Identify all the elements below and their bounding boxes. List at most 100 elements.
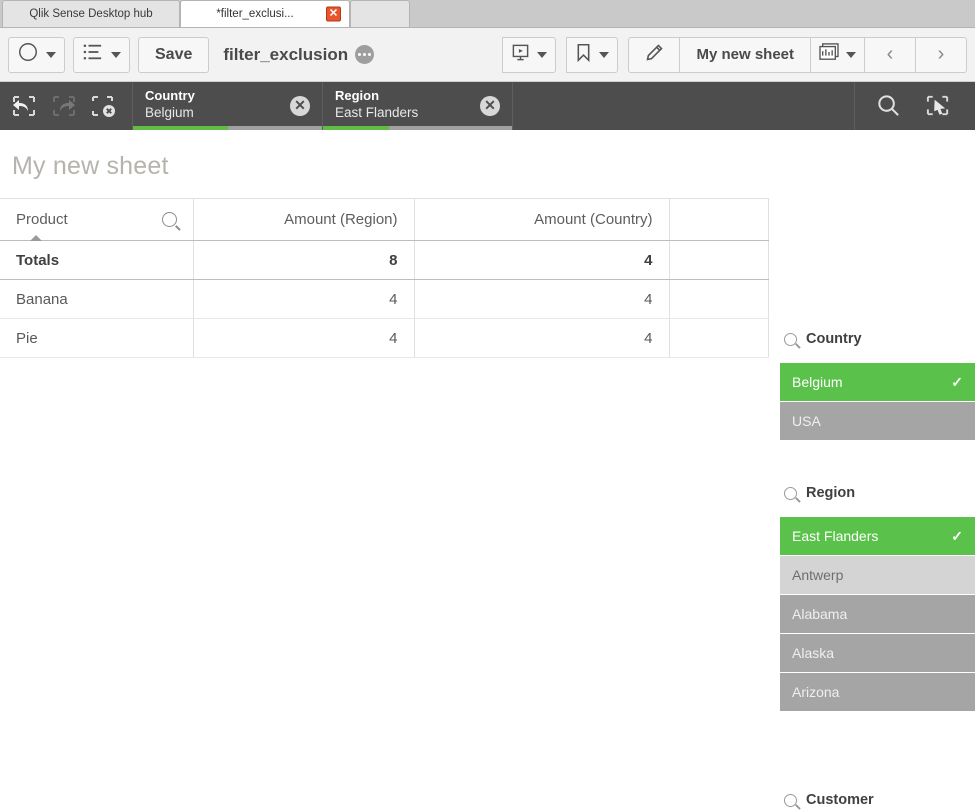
- selection-bar: Country Belgium ✕ Region East Flanders ✕: [0, 82, 975, 130]
- selection-bar-tools: [854, 82, 975, 130]
- bookmark-icon: [575, 43, 592, 67]
- list-item[interactable]: Alabama: [780, 595, 975, 633]
- search-icon[interactable]: [784, 793, 797, 807]
- cell-filler: [669, 318, 769, 358]
- search-icon[interactable]: [784, 332, 797, 346]
- filter-region-list: East Flanders ✓ Antwerp Alabama Alaska A…: [775, 517, 975, 711]
- filter-country-header: Country: [775, 325, 975, 353]
- play-presentation-icon: [511, 43, 530, 67]
- list-icon: [82, 43, 104, 66]
- selection-chip-value: Belgium: [145, 105, 194, 120]
- list-item[interactable]: USA: [780, 402, 975, 440]
- straight-table: Product Amount (Region) Amount (Country)…: [0, 198, 769, 358]
- list-item-label: Alabama: [792, 606, 848, 622]
- filter-country-list: Belgium ✓ USA: [775, 363, 975, 440]
- chevron-down-icon: [599, 51, 610, 58]
- cell-product[interactable]: Banana: [0, 279, 194, 319]
- bookmark-button[interactable]: [566, 36, 619, 73]
- selection-chip-country[interactable]: Country Belgium ✕: [133, 82, 323, 130]
- search-icon[interactable]: [875, 92, 903, 120]
- storytelling-button[interactable]: [502, 36, 557, 73]
- list-item[interactable]: East Flanders ✓: [780, 517, 975, 555]
- search-icon[interactable]: [161, 212, 177, 227]
- app-title-label: filter_exclusion: [223, 44, 349, 64]
- filter-region-title: Region: [806, 485, 856, 501]
- selection-history-controls: [0, 82, 133, 130]
- close-icon[interactable]: ✕: [326, 6, 341, 22]
- selection-chip-region[interactable]: Region East Flanders ✕: [323, 82, 513, 130]
- window-tab-empty: [350, 0, 410, 27]
- sheet-canvas: My new sheet Product Amount (Region) Amo…: [0, 130, 975, 812]
- list-item-label: East Flanders: [792, 528, 879, 544]
- totals-label: Totals: [0, 240, 194, 280]
- sheet-nav-group: My new sheet ‹ ›: [628, 36, 967, 73]
- table-row[interactable]: Banana 4 4: [0, 279, 769, 319]
- filter-region: Region East Flanders ✓ Antwerp Alabama A…: [775, 479, 975, 712]
- previous-sheet-button[interactable]: ‹: [864, 36, 916, 73]
- table-header-row: Product Amount (Region) Amount (Country): [0, 198, 769, 241]
- list-item[interactable]: Antwerp: [780, 556, 975, 594]
- chevron-down-icon: [846, 51, 856, 58]
- window-tab-strip: Qlik Sense Desktop hub *filter_exclusi..…: [0, 0, 975, 28]
- filter-pane: Country Belgium ✓ USA Region East Flande: [775, 130, 975, 812]
- app-title: filter_exclusion: [223, 44, 375, 65]
- selection-tool-icon[interactable]: [925, 92, 953, 120]
- list-item-label: USA: [792, 413, 821, 429]
- chevron-down-icon: [537, 51, 548, 58]
- list-item[interactable]: Arizona: [780, 673, 975, 711]
- window-tab-app-label: *filter_exclusi...: [216, 8, 294, 20]
- cell-amount-country: 4: [414, 318, 670, 358]
- table-header-product-label: Product: [16, 211, 68, 228]
- next-sheet-button[interactable]: ›: [915, 36, 967, 73]
- table-totals-row: Totals 8 4: [0, 240, 769, 280]
- main-toolbar: Save filter_exclusion My new sheet ‹ ›: [0, 28, 975, 82]
- check-icon: ✓: [951, 527, 963, 544]
- sheet-list-button[interactable]: [810, 36, 865, 73]
- chart-grid-icon: [819, 43, 839, 66]
- cell-amount-country: 4: [414, 279, 670, 319]
- totals-amount-country: 4: [414, 240, 670, 280]
- search-icon[interactable]: [784, 486, 797, 500]
- cell-filler: [669, 279, 769, 319]
- check-icon: ✓: [951, 373, 963, 390]
- edit-sheet-button[interactable]: [628, 36, 681, 73]
- sort-ascending-icon: [30, 235, 42, 241]
- bookmark-group: [566, 36, 619, 73]
- clear-selection-icon[interactable]: ✕: [290, 96, 310, 116]
- selection-step-forward-icon[interactable]: [50, 92, 78, 120]
- window-tab-hub[interactable]: Qlik Sense Desktop hub: [2, 0, 180, 27]
- pencil-icon: [644, 42, 665, 68]
- filter-customer-title: Customer: [806, 792, 874, 808]
- table-row[interactable]: Pie 4 4: [0, 318, 769, 358]
- sheets-menu-button[interactable]: [73, 36, 130, 73]
- cell-product[interactable]: Pie: [0, 318, 194, 358]
- sheet-name-button[interactable]: My new sheet: [679, 36, 811, 73]
- clear-selection-icon[interactable]: ✕: [480, 96, 500, 116]
- list-item-label: Arizona: [792, 684, 840, 700]
- filter-country: Country Belgium ✓ USA: [775, 325, 975, 441]
- compass-icon: [17, 41, 39, 68]
- filter-customer-header: Customer: [775, 786, 975, 812]
- save-button[interactable]: Save: [138, 36, 210, 73]
- totals-amount-region: 8: [193, 240, 415, 280]
- chevron-down-icon: [111, 51, 121, 58]
- list-item[interactable]: Alaska: [780, 634, 975, 672]
- list-item-label: Alaska: [792, 645, 835, 661]
- table-header-product[interactable]: Product: [0, 198, 194, 241]
- table-header-amount-country[interactable]: Amount (Country): [414, 198, 670, 241]
- list-item[interactable]: Belgium ✓: [780, 363, 975, 401]
- table-header-amount-region[interactable]: Amount (Region): [193, 198, 415, 241]
- table-header-filler: [669, 198, 769, 241]
- ellipsis-icon[interactable]: [355, 45, 375, 64]
- storytelling-group: [502, 36, 557, 73]
- chevron-down-icon: [46, 51, 56, 58]
- window-tab-app[interactable]: *filter_exclusi... ✕: [180, 0, 350, 27]
- window-tab-hub-label: Qlik Sense Desktop hub: [29, 8, 153, 20]
- clear-all-selections-icon[interactable]: [90, 92, 118, 120]
- filter-customer: Customer John Ron: [775, 786, 975, 812]
- navigation-menu-button[interactable]: [8, 36, 65, 73]
- selection-step-back-icon[interactable]: [10, 92, 38, 120]
- list-item-label: Belgium: [792, 374, 843, 390]
- filter-country-title: Country: [806, 331, 862, 347]
- cell-amount-region: 4: [193, 318, 415, 358]
